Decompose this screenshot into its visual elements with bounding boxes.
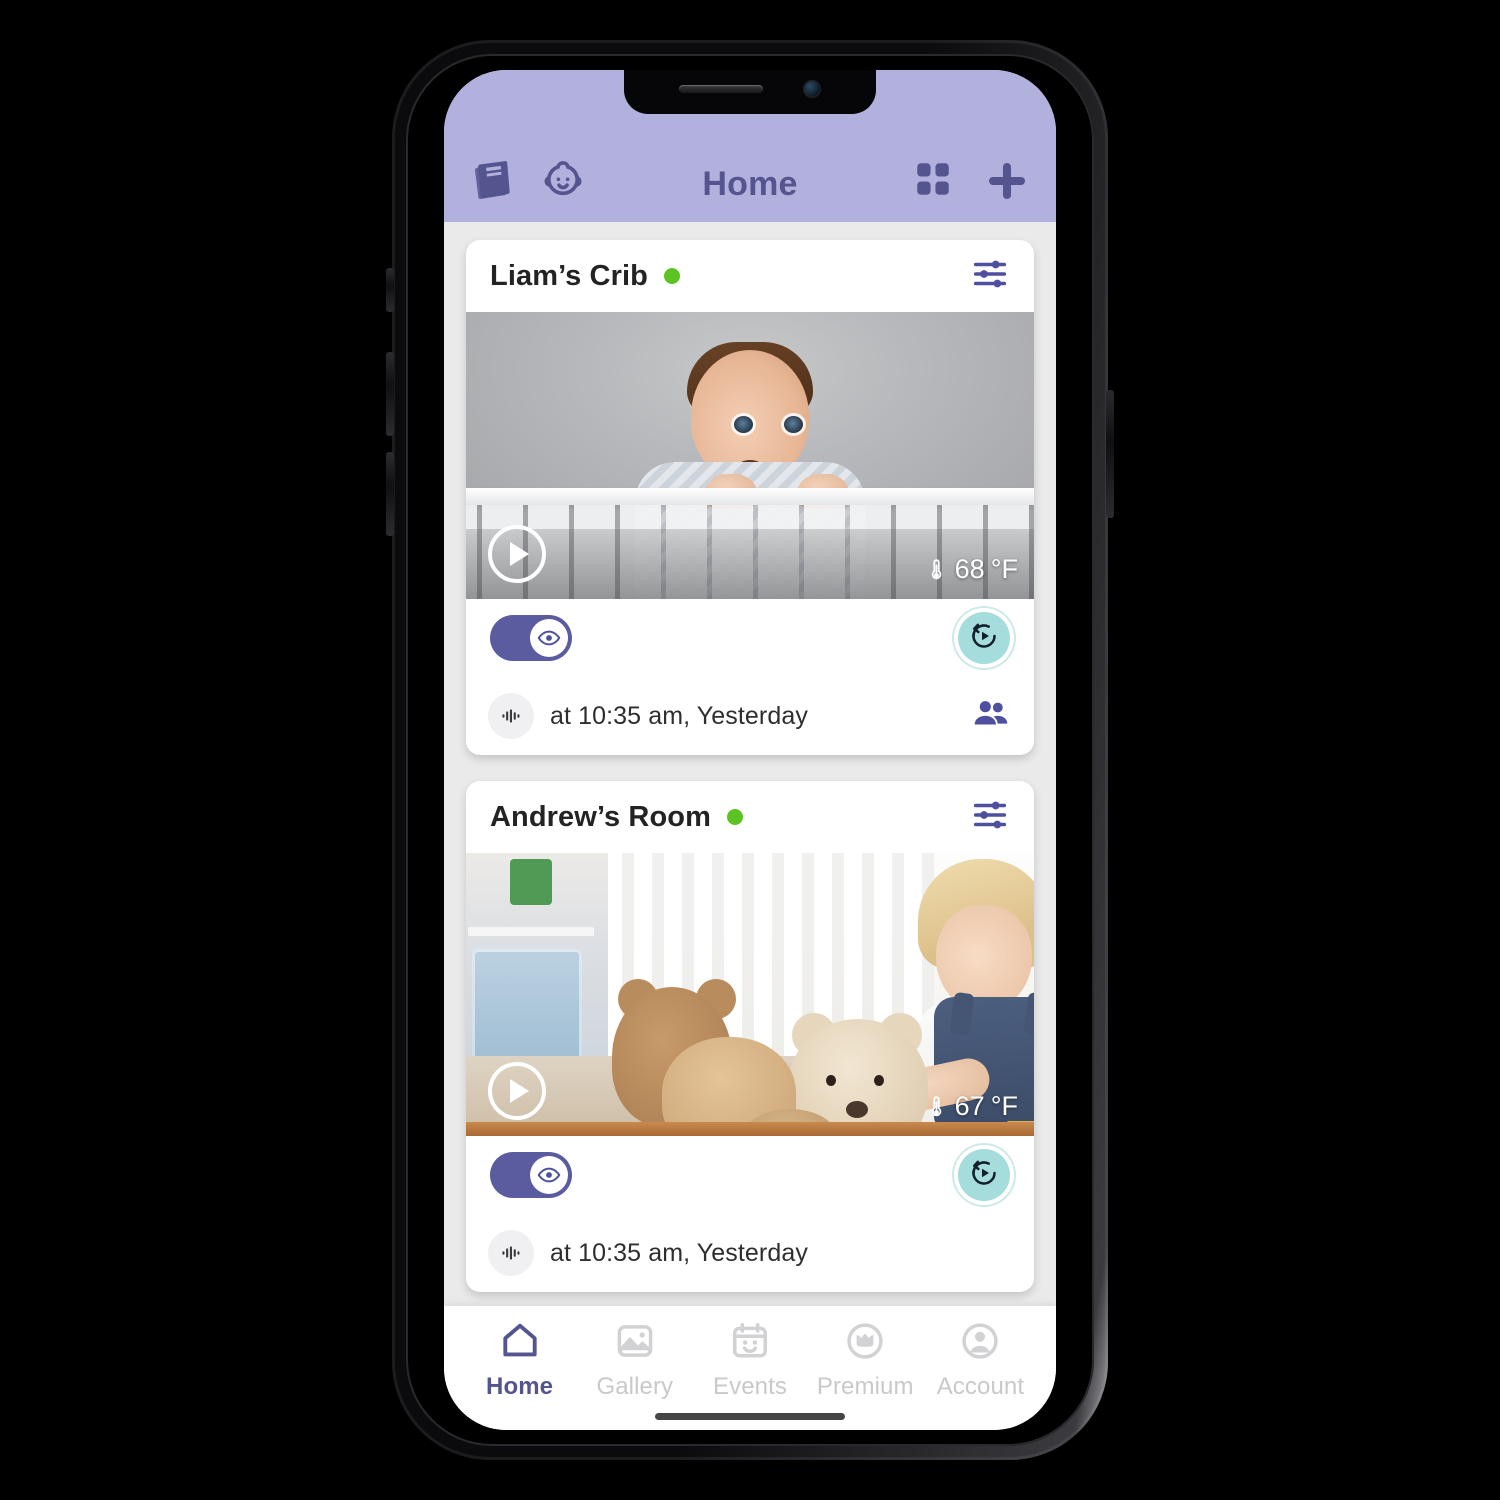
decor [936, 905, 1032, 1011]
sliders-icon[interactable] [970, 795, 1010, 840]
audio-waveform-icon[interactable] [488, 1230, 534, 1276]
card-controls-row [466, 599, 1034, 677]
camera-video-preview[interactable]: 67 °F [466, 853, 1034, 1136]
card-footer-row: at 10:35 am, Yesterday [466, 677, 1034, 755]
temperature-unit: °F [990, 1091, 1018, 1121]
header-left-actions [470, 158, 586, 204]
audio-waveform-icon[interactable] [488, 693, 534, 739]
volume-down-button[interactable] [386, 452, 394, 536]
baby-face-icon[interactable] [540, 158, 586, 204]
volume-up-button[interactable] [386, 352, 394, 436]
camera-list[interactable]: Liam’s Crib 68 °F at 10:35 am, Yesterday… [444, 222, 1056, 1306]
status-badge [663, 268, 680, 284]
decor [468, 927, 594, 936]
decor [734, 416, 753, 433]
gallery-icon [614, 1320, 656, 1367]
replay-button[interactable] [958, 1149, 1010, 1201]
replay-button[interactable] [958, 612, 1010, 664]
home-icon [499, 1320, 541, 1367]
decor [472, 949, 582, 1069]
camera-card[interactable]: Liam’s Crib 68 °F at 10:35 am, Yesterday [466, 240, 1034, 755]
last-event-time: at 10:35 am, Yesterday [550, 701, 808, 730]
events-icon [729, 1320, 771, 1367]
card-footer-row: at 10:35 am, Yesterday [466, 1214, 1034, 1292]
tab-account[interactable]: Account [923, 1320, 1038, 1401]
tab-label: Events [713, 1373, 787, 1400]
front-camera-icon [803, 80, 821, 98]
card-controls-row [466, 1136, 1034, 1214]
tab-events[interactable]: Events [692, 1320, 807, 1401]
play-button[interactable] [488, 525, 546, 583]
screenshot-stage: Home Liam’s Crib 68 °F at 10:35 am, Yest… [0, 0, 1500, 1500]
temperature-badge: 67 °F [924, 1091, 1018, 1122]
decor [466, 853, 608, 1069]
decor [784, 416, 803, 433]
phone-screen: Home Liam’s Crib 68 °F at 10:35 am, Yest… [444, 70, 1056, 1430]
last-event-time: at 10:35 am, Yesterday [550, 1238, 808, 1267]
tab-label: Home [486, 1373, 554, 1400]
tab-premium[interactable]: Premium [808, 1320, 923, 1401]
camera-card[interactable]: Andrew’s Room 67 °F at 10:35 am, Yesterd… [466, 781, 1034, 1292]
replay-icon [969, 621, 999, 656]
monitor-toggle[interactable] [490, 1152, 572, 1198]
decor [826, 1075, 836, 1086]
grid-view-icon[interactable] [912, 158, 958, 204]
decor [466, 1122, 1034, 1136]
header-right-actions [912, 158, 1030, 204]
monitor-toggle[interactable] [490, 615, 572, 661]
earpiece-speaker [679, 85, 763, 93]
decor [466, 488, 1034, 505]
temperature-badge: 68 °F [924, 554, 1018, 585]
decor [510, 859, 552, 905]
camera-video-preview[interactable]: 68 °F [466, 312, 1034, 599]
replay-icon [969, 1158, 999, 1193]
card-header: Liam’s Crib [466, 240, 1034, 312]
camera-name: Liam’s Crib [490, 259, 648, 292]
play-icon [510, 542, 529, 566]
tab-gallery[interactable]: Gallery [577, 1320, 692, 1401]
phone-notch [624, 70, 876, 114]
temperature-value: 68 [954, 554, 985, 584]
tab-home[interactable]: Home [462, 1320, 577, 1401]
book-icon[interactable] [470, 158, 516, 204]
thermometer-icon [924, 557, 949, 582]
account-icon [959, 1320, 1001, 1367]
play-button[interactable] [488, 1062, 546, 1120]
toggle-knob [530, 619, 568, 657]
people-icon[interactable] [972, 695, 1010, 738]
home-indicator[interactable] [655, 1413, 845, 1420]
sliders-icon[interactable] [970, 254, 1010, 299]
tab-label: Account [936, 1373, 1025, 1400]
play-icon [510, 1079, 529, 1103]
card-header: Andrew’s Room [466, 781, 1034, 853]
tab-label: Premium [816, 1373, 914, 1400]
bottom-navigation: Home Gallery Events Premium Account [444, 1306, 1056, 1430]
tab-label: Gallery [596, 1373, 674, 1400]
premium-icon [844, 1320, 886, 1367]
add-camera-icon[interactable] [984, 158, 1030, 204]
temperature-value: 67 [954, 1091, 985, 1121]
status-badge [726, 809, 743, 825]
thermometer-icon [924, 1094, 949, 1119]
decor [846, 1101, 868, 1118]
temperature-unit: °F [990, 554, 1018, 584]
power-button[interactable] [1106, 390, 1114, 518]
camera-name: Andrew’s Room [490, 800, 711, 833]
mute-switch[interactable] [386, 268, 394, 312]
decor [874, 1075, 884, 1086]
toggle-knob [530, 1156, 568, 1194]
